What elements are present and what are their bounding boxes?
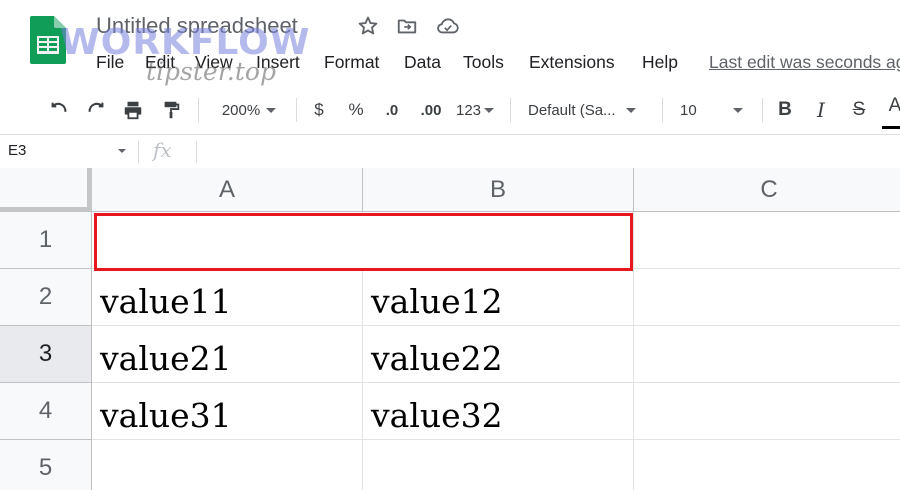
cell-c2[interactable] xyxy=(634,269,900,326)
last-edit-link[interactable]: Last edit was seconds ago xyxy=(709,52,900,73)
toolbar-divider xyxy=(662,98,663,122)
toolbar-divider xyxy=(510,98,511,122)
cell-b3[interactable]: value22 xyxy=(363,326,634,383)
menu-file[interactable]: File xyxy=(96,52,124,73)
bold-button[interactable]: B xyxy=(772,86,798,134)
chevron-down-icon xyxy=(484,107,495,113)
paint-format-icon[interactable] xyxy=(156,86,186,134)
fx-icon: fx xyxy=(153,138,172,162)
menu-tools[interactable]: Tools xyxy=(463,52,504,73)
menu-insert[interactable]: Insert xyxy=(256,52,300,73)
column-header-c[interactable]: C xyxy=(634,168,900,212)
row-header-2[interactable]: 2 xyxy=(0,269,92,326)
row-header-4[interactable]: 4 xyxy=(0,383,92,440)
font-family-value: Default (Sa... xyxy=(528,101,616,119)
cell-a2[interactable]: value11 xyxy=(92,269,363,326)
text-color-button[interactable]: A xyxy=(882,86,900,129)
percent-format-button[interactable]: % xyxy=(343,86,369,134)
cell-c4[interactable] xyxy=(634,383,900,440)
cell-c1[interactable] xyxy=(634,212,900,269)
increase-decimal-label: .00 xyxy=(420,101,442,119)
move-to-folder-icon[interactable] xyxy=(395,14,419,38)
number-format-select[interactable]: 123 xyxy=(452,86,498,134)
menu-help[interactable]: Help xyxy=(642,52,678,73)
toolbar-divider xyxy=(198,98,199,122)
menu-bar: File Edit View Insert Format Data Tools … xyxy=(0,50,900,78)
cell-a4[interactable]: value31 xyxy=(92,383,363,440)
cell-a5[interactable] xyxy=(92,440,363,490)
cell-b2[interactable]: value12 xyxy=(363,269,634,326)
star-icon[interactable] xyxy=(356,14,380,38)
cell-c5[interactable] xyxy=(634,440,900,490)
strikethrough-button[interactable]: S xyxy=(846,86,872,134)
name-box[interactable]: E3 xyxy=(8,142,26,159)
select-all-corner[interactable] xyxy=(0,168,92,212)
cell-b4[interactable]: value32 xyxy=(363,383,634,440)
menu-format[interactable]: Format xyxy=(324,52,379,73)
formula-bar-divider xyxy=(196,141,197,163)
decrease-decimal-label: .0 xyxy=(385,101,399,119)
font-size-select[interactable]: 10 xyxy=(672,86,752,134)
menu-extensions[interactable]: Extensions xyxy=(529,52,615,73)
merged-cell-a1-b1-highlight[interactable] xyxy=(94,213,633,271)
chevron-down-icon xyxy=(732,107,743,113)
chevron-down-icon[interactable] xyxy=(118,149,126,153)
number-format-label: 123 xyxy=(455,101,482,119)
cloud-status-icon[interactable] xyxy=(436,14,460,38)
increase-decimal-button[interactable]: .00 xyxy=(414,86,448,134)
title-and-menu-area: Untitled spreadsheet File Edit View Inse… xyxy=(0,0,900,86)
decrease-decimal-button[interactable]: .0 xyxy=(378,86,406,134)
cell-b5[interactable] xyxy=(363,440,634,490)
font-size-value: 10 xyxy=(680,101,697,119)
toolbar-divider xyxy=(296,98,297,122)
zoom-value: 200% xyxy=(221,101,261,119)
chevron-down-icon xyxy=(625,107,636,113)
menu-edit[interactable]: Edit xyxy=(145,52,175,73)
row-header-3[interactable]: 3 xyxy=(0,326,92,383)
italic-button[interactable]: I xyxy=(808,86,834,134)
cell-c3[interactable] xyxy=(634,326,900,383)
zoom-select[interactable]: 200% xyxy=(210,86,288,134)
redo-icon[interactable] xyxy=(81,86,111,134)
row-header-1[interactable]: 1 xyxy=(0,212,92,269)
formula-bar-divider xyxy=(138,141,139,163)
formula-bar: E3 fx xyxy=(0,135,900,169)
column-header-a[interactable]: A xyxy=(92,168,363,212)
undo-icon[interactable] xyxy=(44,86,74,134)
row-header-5[interactable]: 5 xyxy=(0,440,92,490)
print-icon[interactable] xyxy=(118,86,148,134)
cell-a3[interactable]: value21 xyxy=(92,326,363,383)
currency-format-button[interactable]: $ xyxy=(306,86,332,134)
toolbar: 200% $ % .0 .00 123 Default (Sa... 10 B … xyxy=(0,86,900,135)
document-title[interactable]: Untitled spreadsheet xyxy=(96,13,298,39)
menu-view[interactable]: View xyxy=(195,52,233,73)
font-family-select[interactable]: Default (Sa... xyxy=(522,86,652,134)
column-header-b[interactable]: B xyxy=(363,168,634,212)
menu-data[interactable]: Data xyxy=(404,52,441,73)
chevron-down-icon xyxy=(266,107,277,113)
toolbar-divider xyxy=(762,98,763,122)
spreadsheet-grid: A B C 1 2 3 4 5 value11 value12 value21 … xyxy=(0,168,900,490)
